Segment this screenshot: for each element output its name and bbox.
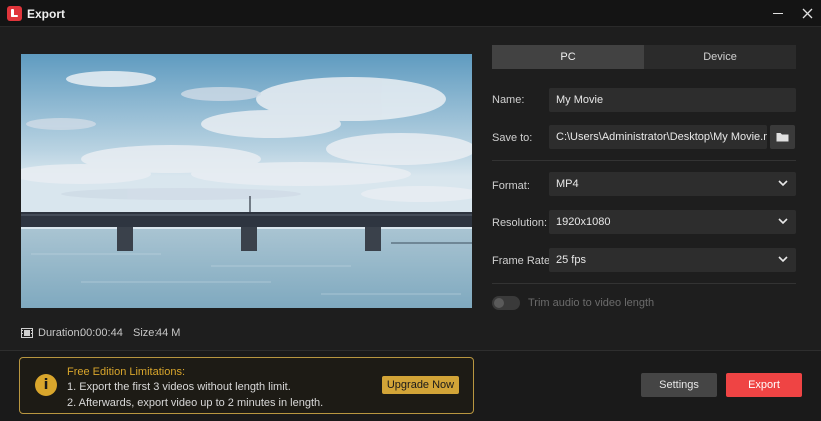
browse-folder-button[interactable]: [770, 125, 795, 149]
trim-audio-toggle[interactable]: [492, 296, 520, 310]
minimize-button[interactable]: [764, 0, 792, 27]
chevron-down-icon: [778, 256, 788, 263]
settings-button[interactable]: Settings: [641, 373, 717, 397]
close-button[interactable]: [793, 0, 821, 27]
export-button[interactable]: Export: [726, 373, 802, 397]
save-path-field[interactable]: C:\Users\Administrator\Desktop\My Movie.…: [549, 125, 767, 149]
tab-device[interactable]: Device: [644, 45, 796, 69]
resolution-value: 1920x1080: [556, 216, 611, 228]
divider: [492, 283, 796, 284]
chevron-down-icon: [778, 180, 788, 187]
title-bar: Export: [0, 0, 821, 27]
frame-rate-select[interactable]: 25 fps: [549, 248, 796, 272]
size-label: Size:: [133, 327, 158, 339]
divider: [492, 160, 796, 161]
resolution-label: Resolution:: [492, 217, 548, 229]
info-icon: i: [35, 374, 57, 396]
name-label: Name:: [492, 94, 525, 106]
film-icon: [21, 328, 33, 338]
size-value: 44 M: [156, 327, 181, 339]
tab-pc[interactable]: PC: [492, 45, 644, 69]
trim-audio-label: Trim audio to video length: [528, 297, 655, 309]
format-value: MP4: [556, 178, 579, 190]
frame-rate-label: Frame Rate:: [492, 255, 554, 267]
upgrade-now-button[interactable]: Upgrade Now: [382, 376, 459, 394]
target-tabs: PC Device: [492, 45, 796, 69]
name-field[interactable]: My Movie: [549, 88, 796, 112]
limitation-line-1: 1. Export the first 3 videos without len…: [67, 381, 291, 393]
format-select[interactable]: MP4: [549, 172, 796, 196]
format-label: Format:: [492, 180, 530, 192]
window-title: Export: [27, 7, 66, 21]
app-logo-icon: [7, 6, 22, 21]
frame-rate-value: 25 fps: [556, 254, 586, 266]
limitations-title: Free Edition Limitations:: [67, 366, 185, 378]
duration-value: 00:00:44: [80, 327, 123, 339]
save-to-label: Save to:: [492, 132, 533, 144]
resolution-select[interactable]: 1920x1080: [549, 210, 796, 234]
close-icon: [802, 8, 813, 19]
video-preview: [21, 54, 472, 308]
duration-label: Duration:: [38, 327, 83, 339]
folder-icon: [776, 133, 789, 142]
chevron-down-icon: [778, 218, 788, 225]
limitation-line-2: 2. Afterwards, export video up to 2 minu…: [67, 397, 324, 409]
